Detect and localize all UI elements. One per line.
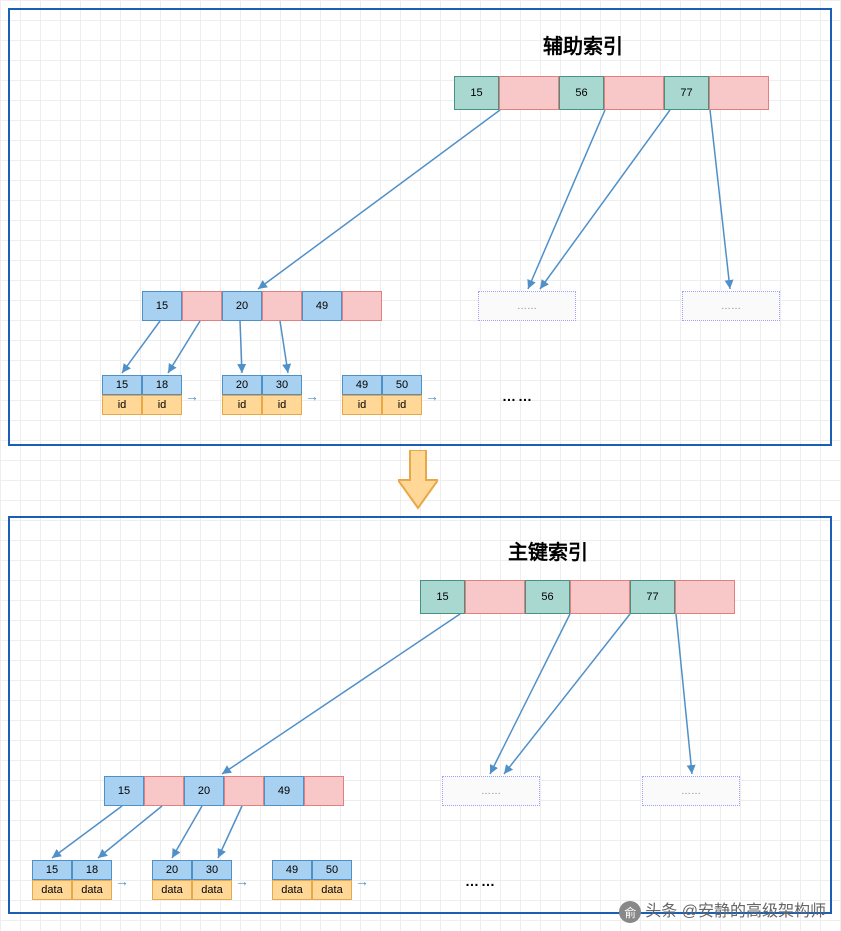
placeholder-node: ……: [682, 291, 780, 321]
leaf-cell: 15: [32, 860, 72, 880]
mid-cell: 20: [222, 291, 262, 321]
mid-cell: 49: [302, 291, 342, 321]
watermark-icon: 俞: [619, 901, 641, 923]
leaf-cell: data: [312, 880, 352, 900]
root-cell: [675, 580, 735, 614]
leaf-cell: data: [272, 880, 312, 900]
leaf-cell: id: [262, 395, 302, 415]
placeholder-node: ……: [642, 776, 740, 806]
leaf-cell: 50: [312, 860, 352, 880]
leaf-cell: 20: [222, 375, 262, 395]
root-cell: 15: [420, 580, 465, 614]
primary-index-title: 主键索引: [508, 536, 588, 565]
leaf-cell: id: [342, 395, 382, 415]
leaf-cell: id: [102, 395, 142, 415]
root-cell: 77: [630, 580, 675, 614]
root-cell: 77: [664, 76, 709, 110]
watermark: 俞头条 @安静的高级架构师: [619, 897, 826, 923]
mid-cell: 15: [142, 291, 182, 321]
mid-cell: [224, 776, 264, 806]
leaf-cell: 15: [102, 375, 142, 395]
secondary-index-title: 辅助索引: [543, 30, 623, 59]
primary-index-panel: [8, 516, 832, 914]
leaf-cell: 18: [72, 860, 112, 880]
leaf-cell: id: [382, 395, 422, 415]
leaf-cell: id: [142, 395, 182, 415]
leaf-cell: data: [72, 880, 112, 900]
placeholder-node: ……: [442, 776, 540, 806]
leaf-cell: 18: [142, 375, 182, 395]
mid-cell: [342, 291, 382, 321]
ellipsis: ……: [502, 388, 534, 404]
leaf-cell: 30: [192, 860, 232, 880]
root-cell: [570, 580, 630, 614]
root-cell: [604, 76, 664, 110]
down-arrow-icon: [398, 450, 438, 510]
mid-cell: [262, 291, 302, 321]
leaf-link-arrow: →: [425, 388, 439, 404]
root-cell: [499, 76, 559, 110]
mid-cell: 49: [264, 776, 304, 806]
placeholder-node: ……: [478, 291, 576, 321]
leaf-cell: 49: [272, 860, 312, 880]
leaf-link-arrow: →: [115, 873, 129, 889]
root-cell: [709, 76, 769, 110]
leaf-link-arrow: →: [305, 388, 319, 404]
ellipsis: ……: [465, 873, 497, 889]
mid-cell: 15: [104, 776, 144, 806]
leaf-cell: 20: [152, 860, 192, 880]
leaf-cell: 50: [382, 375, 422, 395]
mid-cell: [304, 776, 344, 806]
mid-cell: [144, 776, 184, 806]
mid-cell: [182, 291, 222, 321]
root-cell: 56: [525, 580, 570, 614]
leaf-cell: data: [192, 880, 232, 900]
leaf-cell: data: [152, 880, 192, 900]
leaf-link-arrow: →: [235, 873, 249, 889]
leaf-link-arrow: →: [185, 388, 199, 404]
root-cell: [465, 580, 525, 614]
root-cell: 15: [454, 76, 499, 110]
leaf-cell: 49: [342, 375, 382, 395]
leaf-link-arrow: →: [355, 873, 369, 889]
root-cell: 56: [559, 76, 604, 110]
leaf-cell: data: [32, 880, 72, 900]
leaf-cell: id: [222, 395, 262, 415]
leaf-cell: 30: [262, 375, 302, 395]
mid-cell: 20: [184, 776, 224, 806]
